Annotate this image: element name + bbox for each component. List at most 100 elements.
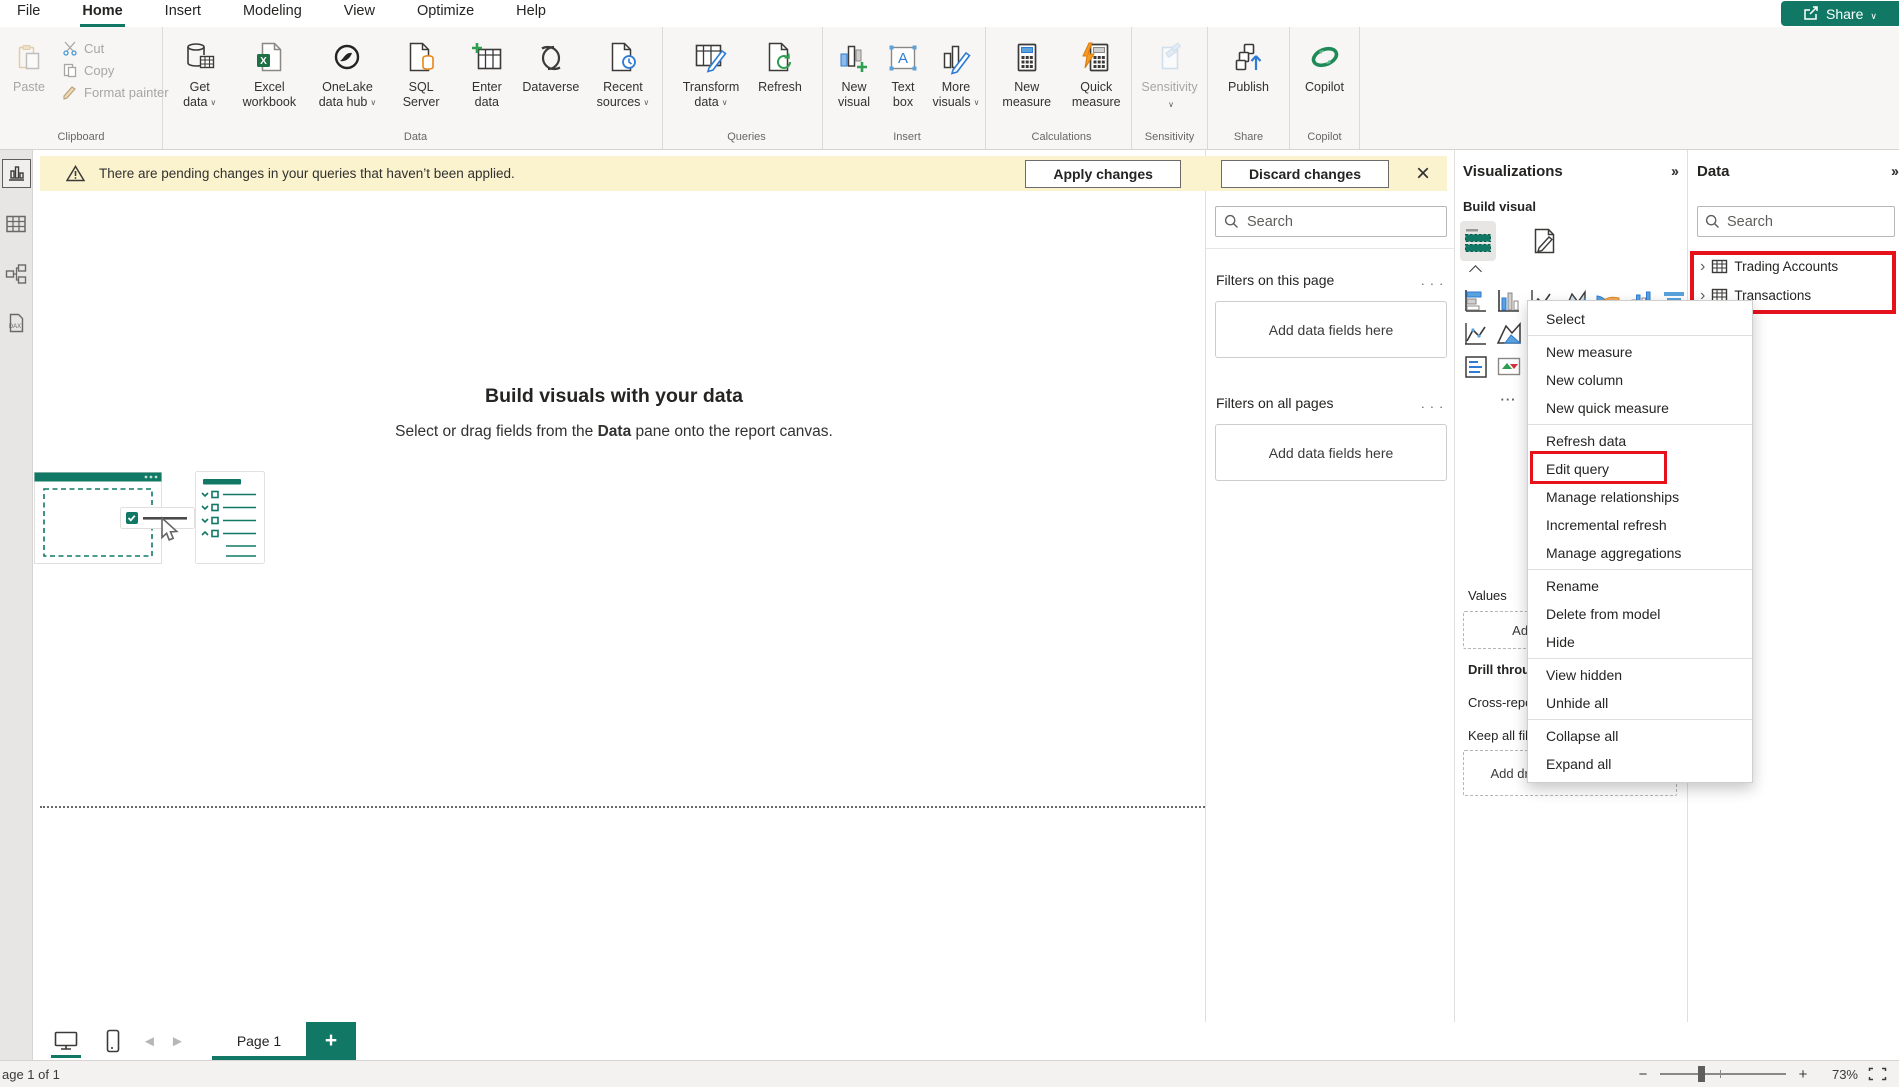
filters-search-input[interactable] [1247, 214, 1438, 230]
menu-file[interactable]: File [15, 0, 42, 27]
excel-workbook-button[interactable]: X Excel workbook [230, 34, 308, 110]
menu-home[interactable]: Home [80, 0, 124, 27]
menu-item-incremental-refresh[interactable]: Incremental refresh [1528, 511, 1752, 539]
build-visual-label: Build visual [1455, 180, 1687, 214]
dataverse-button[interactable]: Dataverse [518, 34, 584, 95]
more-visuals-button[interactable]: More visuals [927, 34, 985, 111]
page-filters-dropzone[interactable]: Add data fields here [1215, 301, 1447, 358]
ribbon-group-insert: New visual A Text box More visuals Inser… [823, 27, 986, 149]
model-view-button[interactable] [2, 259, 31, 288]
menu-item-new-measure[interactable]: New measure [1528, 338, 1752, 366]
excel-icon: X [254, 36, 284, 80]
zoom-level: 73% [1820, 1067, 1858, 1082]
mountain-area-chart-icon[interactable] [1492, 317, 1525, 350]
new-measure-button[interactable]: New measure [992, 34, 1062, 110]
data-search-box[interactable] [1697, 206, 1895, 237]
filters-on-page-section: Filters on this page [1216, 272, 1444, 288]
menu-item-edit-query[interactable]: Edit query [1528, 455, 1752, 483]
page-tab[interactable]: Page 1 [212, 1022, 306, 1060]
enter-data-button[interactable]: Enter data [456, 34, 518, 110]
sql-server-button[interactable]: SQL Server [387, 34, 456, 110]
menu-item-unhide-all[interactable]: Unhide all [1528, 689, 1752, 717]
pending-changes-banner: There are pending changes in your querie… [40, 156, 1447, 191]
menu-item-manage-relationships[interactable]: Manage relationships [1528, 483, 1752, 511]
menu-item-new-quick-measure[interactable]: New quick measure [1528, 394, 1752, 422]
stacked-column-chart-icon[interactable] [1492, 284, 1525, 317]
report-view-button[interactable] [2, 159, 31, 188]
previous-page-arrow[interactable]: ◄ [142, 1033, 156, 1050]
format-painter-icon [62, 84, 78, 100]
transform-data-button[interactable]: Transform data [671, 34, 751, 111]
menu-view[interactable]: View [342, 0, 377, 27]
apply-changes-button[interactable]: Apply changes [1025, 160, 1181, 188]
zoom-slider-handle[interactable] [1698, 1066, 1705, 1082]
filters-pane: Filters on this page Add data fields her… [1205, 150, 1455, 1022]
get-data-button[interactable]: Get data [169, 34, 230, 111]
stacked-bar-chart-icon[interactable] [1459, 284, 1492, 317]
collapse-pane-icon[interactable] [1671, 163, 1677, 180]
menu-help[interactable]: Help [514, 0, 548, 27]
format-visual-tab[interactable] [1526, 221, 1562, 261]
close-banner-icon[interactable] [1411, 162, 1435, 186]
table-row-trading-accounts[interactable]: Trading Accounts [1692, 252, 1899, 281]
menu-item-manage-aggregations[interactable]: Manage aggregations [1528, 539, 1752, 567]
menu-modeling[interactable]: Modeling [241, 0, 304, 27]
menu-item-hide[interactable]: Hide [1528, 628, 1752, 656]
menu-divider [1528, 719, 1752, 720]
plus-icon: + [325, 1029, 337, 1053]
publish-icon [1232, 36, 1266, 80]
text-box-button[interactable]: A Text box [879, 34, 927, 110]
menu-item-refresh-data[interactable]: Refresh data [1528, 427, 1752, 455]
publish-button[interactable]: Publish [1218, 34, 1280, 95]
next-page-arrow[interactable]: ► [170, 1033, 184, 1050]
slicer-icon[interactable] [1459, 350, 1492, 383]
line-area-chart-icon[interactable] [1459, 317, 1492, 350]
menu-item-expand-all[interactable]: Expand all [1528, 750, 1752, 778]
data-search-input[interactable] [1727, 214, 1887, 230]
powerbi-desktop-window: File Home Insert Modeling View Optimize … [0, 0, 1899, 1087]
kpi-icon[interactable] [1492, 350, 1525, 383]
recent-sources-icon [608, 36, 638, 80]
table-view-button[interactable] [2, 209, 31, 238]
more-options-icon[interactable] [1421, 396, 1444, 411]
sensitivity-icon [1154, 36, 1186, 80]
all-pages-filters-dropzone[interactable]: Add data fields here [1215, 424, 1447, 481]
fit-to-page-icon[interactable] [1868, 1067, 1887, 1081]
share-button[interactable]: Share [1781, 1, 1899, 26]
paste-icon [14, 36, 44, 80]
chevron-right-icon[interactable] [1700, 258, 1705, 276]
report-canvas[interactable]: Build visuals with your data Select or d… [34, 150, 1205, 1022]
quick-measure-button[interactable]: Quick measure [1062, 34, 1132, 110]
dropdown-caret-icon [1165, 95, 1174, 113]
recent-sources-button[interactable]: Recent sources [584, 34, 662, 111]
more-visual-options[interactable]: ··· [1492, 383, 1525, 416]
zoom-slider[interactable] [1660, 1073, 1786, 1075]
collapse-pane-icon[interactable] [1891, 163, 1897, 180]
onelake-data-hub-button[interactable]: OneLake data hub [308, 34, 386, 111]
dax-query-view-button[interactable]: DAX) [2, 309, 31, 338]
desktop-layout-button[interactable] [50, 1024, 82, 1058]
menu-insert[interactable]: Insert [163, 0, 203, 27]
menu-item-delete-from-model[interactable]: Delete from model [1528, 600, 1752, 628]
menu-item-collapse-all[interactable]: Collapse all [1528, 722, 1752, 750]
refresh-button[interactable]: Refresh [751, 34, 809, 95]
filters-search-box[interactable] [1215, 206, 1447, 237]
zoom-in-button[interactable]: + [1796, 1066, 1810, 1083]
menu-item-rename[interactable]: Rename [1528, 572, 1752, 600]
new-page-button[interactable]: + [306, 1022, 356, 1060]
mobile-layout-button[interactable] [96, 1024, 128, 1058]
sql-server-icon [406, 36, 436, 80]
build-visual-tab[interactable] [1460, 221, 1496, 261]
discard-changes-button[interactable]: Discard changes [1221, 160, 1389, 188]
menu-optimize[interactable]: Optimize [415, 0, 476, 27]
menu-item-select[interactable]: Select [1528, 305, 1752, 333]
copilot-button[interactable]: Copilot [1295, 34, 1355, 95]
menu-item-view-hidden[interactable]: View hidden [1528, 661, 1752, 689]
new-visual-button[interactable]: New visual [829, 34, 879, 110]
zoom-out-button[interactable]: − [1636, 1066, 1650, 1083]
ribbon-group-clipboard: Paste Cut Copy Format painter [0, 27, 163, 149]
svg-text:DAX): DAX) [9, 324, 23, 330]
dax-query-view-icon: DAX) [6, 313, 26, 335]
more-options-icon[interactable] [1421, 273, 1444, 288]
menu-item-new-column[interactable]: New column [1528, 366, 1752, 394]
